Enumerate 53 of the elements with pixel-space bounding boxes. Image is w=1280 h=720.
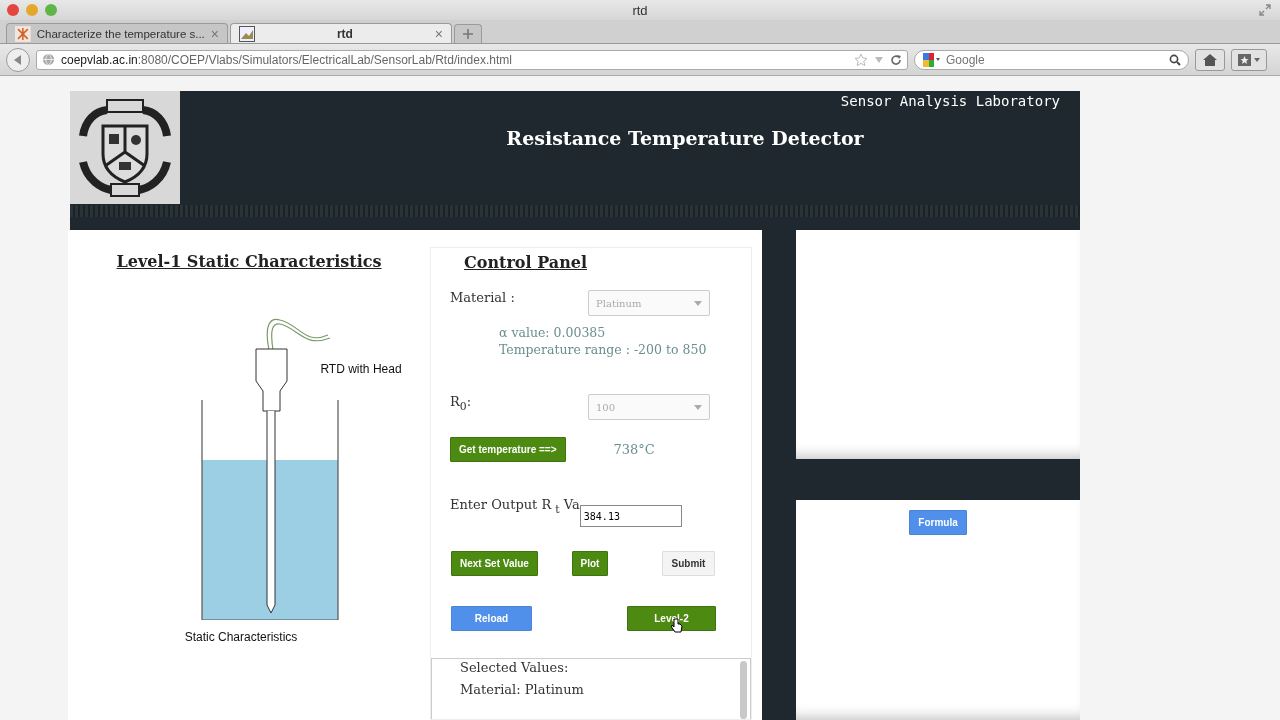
dropdown-arrow-icon (694, 300, 702, 306)
dropdown-arrow-icon (694, 404, 702, 410)
search-bar[interactable]: Google (914, 49, 1189, 70)
bookmarks-button[interactable] (1231, 48, 1267, 71)
new-tab-button[interactable] (454, 24, 482, 43)
bookmark-star-icon (1237, 52, 1261, 67)
get-temperature-button[interactable]: Get temperature ==> (450, 437, 566, 462)
close-tab-icon[interactable]: × (434, 25, 443, 42)
search-field[interactable]: Google (944, 51, 1165, 68)
image-icon (239, 25, 255, 42)
action-button[interactable]: Reload (451, 606, 532, 631)
page-title: Resistance Temperature Detector (506, 127, 864, 149)
home-icon (1203, 53, 1217, 66)
minimize-window-button[interactable] (26, 4, 38, 16)
temperature-range: Temperature range : -200 to 850 (499, 341, 708, 358)
selected-value-text: Material: Platinum (460, 682, 585, 697)
back-arrow-icon (12, 53, 24, 66)
level-title: Level-1 Static Characteristics (116, 252, 382, 271)
plus-icon (462, 28, 474, 40)
dropdown-arrow-icon[interactable] (874, 55, 884, 64)
browser-tab[interactable]: Characterize the temperature s... × (6, 23, 228, 43)
formula-button[interactable]: Formula (909, 510, 968, 535)
output-label: Enter Output R $_{t}$ Va (450, 497, 580, 516)
diagram-label: RTD with Head (320, 362, 402, 376)
favicon-icon (15, 25, 31, 42)
lab-name: Sensor Analysis Laboratory (840, 93, 1060, 109)
fullscreen-icon[interactable] (1258, 3, 1272, 17)
action-button[interactable]: Level-2 (627, 606, 716, 631)
back-button[interactable] (6, 47, 30, 72)
search-icon[interactable] (1169, 53, 1181, 66)
material-label: Material : (450, 290, 516, 305)
scrollbar[interactable] (740, 661, 747, 719)
star-icon[interactable] (854, 52, 868, 67)
diagram-caption: Static Characteristics (184, 630, 298, 644)
action-button[interactable]: Next Set Value (451, 551, 538, 576)
globe-icon (42, 53, 55, 66)
selected-value-text: Selected Values: (460, 660, 570, 675)
reload-icon[interactable] (890, 53, 902, 66)
action-button[interactable]: Plot (571, 551, 609, 576)
control-panel-title: Control Panel (464, 253, 589, 272)
home-button[interactable] (1195, 48, 1225, 71)
close-tab-icon[interactable]: × (210, 25, 219, 42)
output-input[interactable]: 384.13 (579, 505, 682, 527)
zoom-window-button[interactable] (45, 4, 57, 16)
temperature-reading: 738°C (613, 442, 655, 457)
window-title: rtd (632, 2, 648, 18)
r0-label: R$_{0}$: (450, 394, 473, 413)
browser-tab[interactable]: rtd × (230, 23, 452, 43)
address-bar[interactable]: coepvlab.ac.in:8080/COEP/Vlabs/Simulators/ElectricalLab/SensorLab/Rtd/index.html (36, 49, 908, 70)
alpha-value: α value: 0.00385 (499, 324, 607, 341)
search-engine-icon (922, 51, 940, 68)
close-window-button[interactable] (7, 4, 19, 16)
action-button[interactable]: Submit (662, 551, 715, 576)
